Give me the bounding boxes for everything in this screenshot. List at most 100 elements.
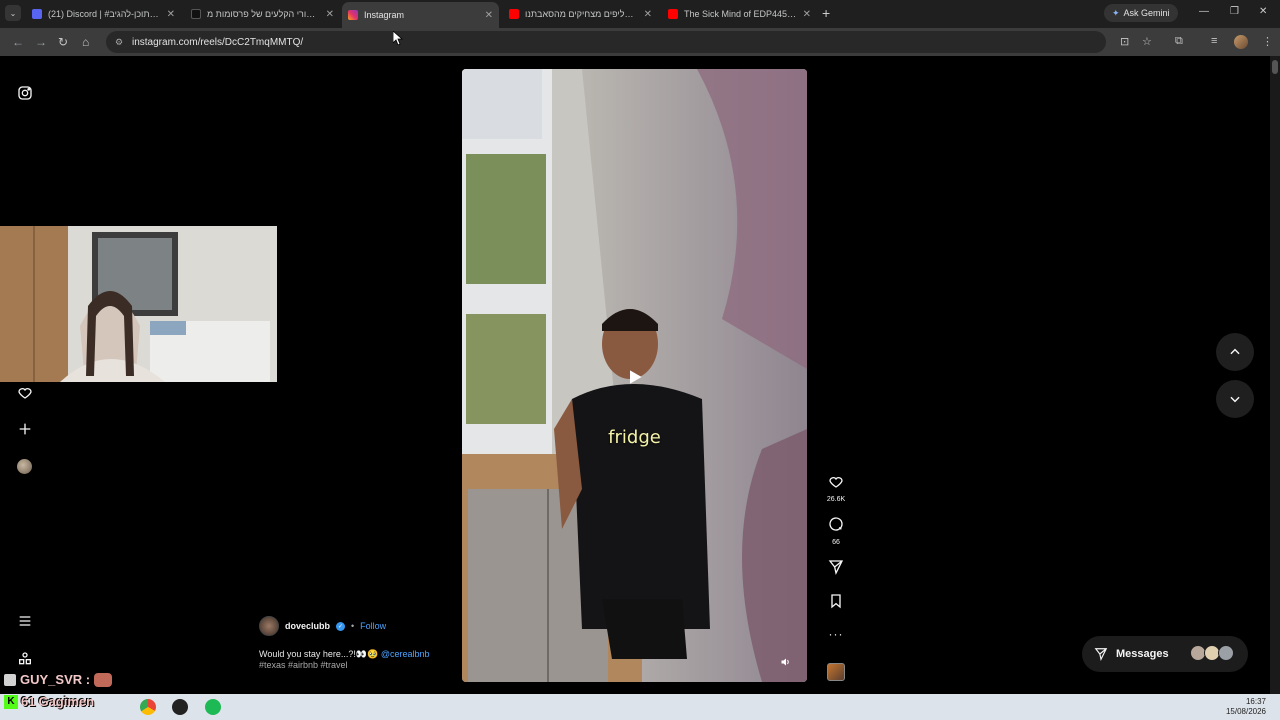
volume-icon[interactable] (780, 656, 792, 668)
chevron-down-icon (1230, 396, 1240, 403)
os-taskbar: 16:37 15/08/2026 (0, 694, 1280, 720)
address-bar[interactable]: ⚙ instagram.com/reels/DcC2TmqMMTQ/ (106, 31, 1106, 53)
new-tab-button[interactable]: + (822, 5, 830, 21)
reload-button[interactable]: ↻ (58, 35, 68, 49)
tab-label: (21) Discord | #תוכן-להגיב | Ron (48, 9, 161, 19)
author-avatar[interactable] (259, 616, 279, 636)
chat-emote-icon (94, 672, 113, 687)
instagram-logo-icon[interactable] (16, 84, 34, 102)
comment-button[interactable]: 66 (820, 516, 852, 546)
messages-label: Messages (1116, 648, 1169, 660)
webcam-image (0, 226, 277, 382)
tab-label: קליפים מצחיקים מהסאבתנו! - e (525, 9, 638, 19)
clock-date: 15/08/2026 (1225, 707, 1266, 716)
like-button[interactable]: 26.6K (820, 473, 852, 503)
close-icon[interactable]: ✕ (167, 9, 175, 20)
comment-count: 66 (832, 539, 840, 546)
ask-gemini-label: Ask Gemini (1123, 8, 1170, 18)
create-plus-icon[interactable] (16, 420, 34, 438)
video-caption-overlay: fridge (608, 427, 661, 448)
tab-youtube-edp[interactable]: The Sick Mind of EDP445 | Offic ✕ (662, 3, 817, 25)
notifications-heart-icon[interactable] (16, 383, 34, 401)
save-button[interactable] (820, 593, 852, 614)
youtube-icon (509, 9, 519, 19)
spotify-icon[interactable] (205, 699, 221, 715)
tiktok-icon (191, 9, 201, 19)
previous-reel-button[interactable] (1216, 333, 1254, 371)
tab-discord[interactable]: (21) Discord | #תוכן-להגיב | Ron ✕ (26, 3, 181, 25)
obs-icon[interactable] (172, 699, 188, 715)
clock-time: 16:37 (1245, 697, 1266, 706)
browser-tab-bar: ⌄ (21) Discord | #תוכן-להגיב | Ron ✕ מאח… (0, 0, 1280, 28)
reel-video[interactable]: fridge (462, 69, 807, 682)
verified-badge-icon: ✓ (336, 621, 346, 631)
more-options-button[interactable]: ··· (820, 627, 852, 641)
site-info-icon[interactable]: ⚙ (115, 37, 123, 48)
more-menu-icon[interactable] (16, 612, 34, 630)
mouse-cursor-icon (393, 31, 403, 45)
forward-button[interactable]: → (35, 35, 47, 49)
window-close-button[interactable]: ✕ (1259, 6, 1267, 17)
restore-button[interactable]: ❐ (1230, 6, 1239, 17)
ask-gemini-button[interactable]: ✦ Ask Gemini (1104, 4, 1178, 22)
tab-search-button[interactable]: ⌄ (5, 5, 21, 21)
stream-viewer-overlay: K 61 Gagimen (4, 694, 94, 709)
overlay-name: Gagimen (38, 694, 95, 709)
tab-label: The Sick Mind of EDP445 | Offic (684, 9, 797, 19)
kick-logo-icon: K (4, 694, 18, 709)
message-avatar (1218, 645, 1234, 661)
minimize-button[interactable]: — (1199, 6, 1209, 17)
chat-badge-icon (4, 673, 16, 686)
tab-youtube-clips[interactable]: קליפים מצחיקים מהסאבתנו! - e ✕ (503, 3, 658, 25)
close-icon[interactable]: ✕ (644, 9, 652, 20)
scrollbar-thumb[interactable] (1272, 60, 1278, 74)
tab-label: Instagram (364, 10, 405, 20)
author-username[interactable]: doveclubb (285, 621, 330, 631)
share-button[interactable] (820, 559, 852, 580)
url-text: instagram.com/reels/DcC2TmqMMTQ/ (132, 36, 304, 48)
chrome-icon[interactable] (140, 699, 156, 715)
install-app-icon[interactable]: ⊡ (1120, 35, 1129, 48)
bookmark-star-icon[interactable]: ☆ (1142, 35, 1152, 48)
home-button[interactable]: ⌂ (82, 35, 89, 49)
page-scrollbar[interactable] (1270, 56, 1280, 694)
like-count: 26.6K (826, 496, 846, 503)
separator-dot: • (351, 621, 355, 631)
profile-avatar[interactable] (1234, 35, 1248, 49)
close-icon[interactable]: ✕ (803, 9, 811, 20)
instagram-page: fridge 26.6K 66 ··· doveclubb ✓ • Follow… (0, 56, 1280, 694)
caption-mention-link[interactable]: @cerealbnb (381, 649, 430, 659)
chat-username: GUY_SVR : (20, 672, 91, 687)
browser-toolbar: ← → ↻ ⌂ ⚙ instagram.com/reels/DcC2TmqMMT… (0, 28, 1280, 56)
send-icon (828, 560, 844, 575)
stream-chat-message: GUY_SVR : (4, 672, 113, 687)
reel-author: doveclubb ✓ • Follow (259, 616, 386, 636)
next-reel-button[interactable] (1216, 380, 1254, 418)
heart-icon (829, 477, 843, 488)
discord-icon (32, 9, 42, 19)
close-icon[interactable]: ✕ (326, 9, 334, 20)
extensions-icon[interactable]: ⧉ (1175, 35, 1183, 48)
menu-kebab-icon[interactable]: ⋮ (1262, 35, 1273, 48)
tab-instagram[interactable]: Instagram ✕ (342, 2, 499, 28)
tab-tiktok[interactable]: מאחורי הקלעים של פרסומות מ ✕ (185, 3, 340, 25)
audio-track-thumbnail[interactable] (827, 663, 845, 681)
caption-hashtags[interactable]: #texas #airbnb #travel (259, 660, 348, 670)
gemini-sparkle-icon: ✦ (1112, 7, 1120, 18)
chevron-up-icon (1230, 348, 1240, 355)
media-controls-icon[interactable]: ≡ (1211, 35, 1217, 47)
system-clock[interactable]: 16:37 15/08/2026 (1226, 697, 1266, 717)
instagram-favicon-icon (348, 10, 358, 20)
play-icon[interactable] (625, 367, 645, 387)
close-icon[interactable]: ✕ (485, 10, 493, 21)
caption-text: Would you stay here...?!👀🥹 (259, 649, 379, 659)
messages-send-icon (1094, 648, 1108, 661)
messages-button[interactable]: Messages (1082, 636, 1248, 672)
more-dots-icon: ··· (828, 627, 844, 641)
follow-button[interactable]: Follow (360, 621, 386, 631)
profile-avatar[interactable] (17, 459, 32, 474)
back-button[interactable]: ← (12, 35, 24, 49)
tab-label: מאחורי הקלעים של פרסומות מ (207, 9, 320, 19)
also-from-meta-icon[interactable] (16, 650, 34, 668)
viewer-count: 61 (21, 694, 36, 709)
